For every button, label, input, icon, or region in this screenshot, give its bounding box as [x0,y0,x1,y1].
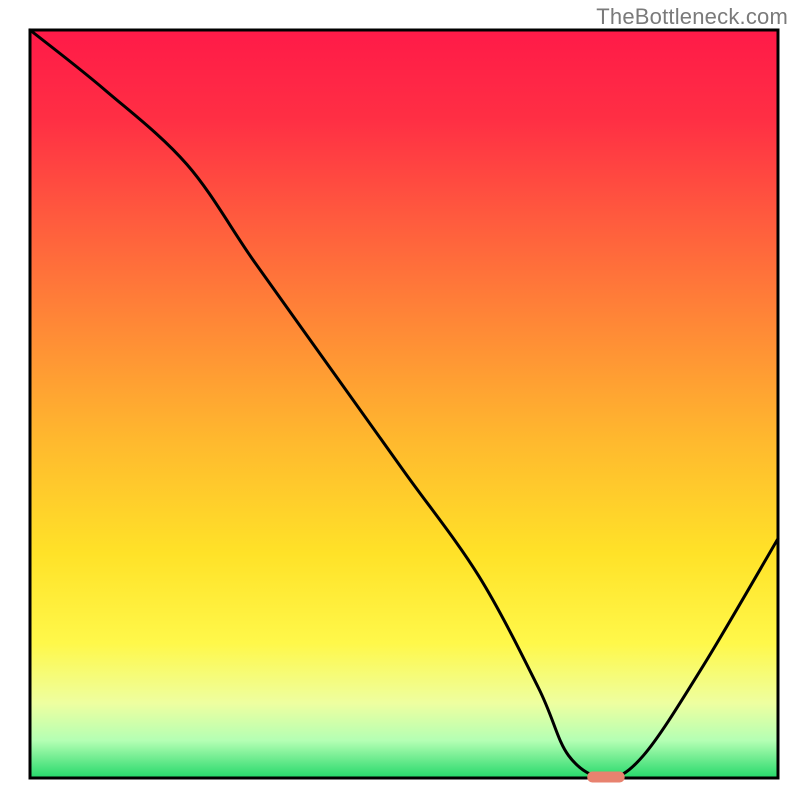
optimal-marker [587,772,624,783]
bottleneck-chart [0,0,800,800]
watermark-text: TheBottleneck.com [596,4,788,30]
chart-container: TheBottleneck.com [0,0,800,800]
plot-background [30,30,778,778]
